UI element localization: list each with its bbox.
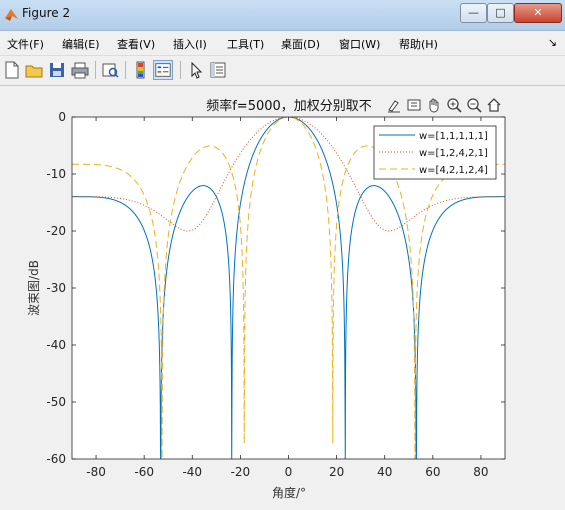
y-tick-label: -40 <box>46 338 66 352</box>
axes-box <box>71 116 506 460</box>
toolbar-separator <box>180 61 181 79</box>
window-title: Figure 2 <box>22 6 71 20</box>
data-cursor-icon[interactable] <box>406 97 422 113</box>
series-line-3 <box>72 117 505 459</box>
brush-icon[interactable] <box>386 97 402 113</box>
menu-overflow-icon[interactable]: ↘ <box>548 36 557 49</box>
colorbar-icon[interactable] <box>131 60 151 80</box>
matlab-logo-icon <box>5 9 18 21</box>
plot-lines <box>72 117 505 459</box>
legend-label-3: w=[4,2,1,2,4] <box>419 165 488 176</box>
y-tick-label: -60 <box>46 452 66 466</box>
property-inspector-icon[interactable] <box>208 60 228 80</box>
menu-file[interactable]: 文件(F) <box>7 36 44 52</box>
x-tick-label: 40 <box>377 465 392 479</box>
axes-background <box>72 117 505 459</box>
menu-tools[interactable]: 工具(T) <box>227 36 264 52</box>
x-tick-label: 80 <box>473 465 488 479</box>
x-tick-label: -60 <box>134 465 154 479</box>
new-figure-icon[interactable] <box>2 60 22 80</box>
toolbar-separator <box>95 61 96 79</box>
y-tick-label: -30 <box>46 281 66 295</box>
y-tick-label: 0 <box>58 110 66 124</box>
menu-edit[interactable]: 编辑(E) <box>62 36 100 52</box>
pointer-icon[interactable] <box>186 60 206 80</box>
legend[interactable]: w=[1,1,1,1,1] w=[1,2,4,2,1] w=[4,2,1,2,4… <box>373 125 497 180</box>
x-tick-label: -20 <box>231 465 251 479</box>
menu-help[interactable]: 帮助(H) <box>399 36 438 52</box>
x-tick-label: -80 <box>86 465 106 479</box>
series-line-1 <box>72 117 505 459</box>
home-icon[interactable] <box>486 97 502 113</box>
open-file-icon[interactable] <box>24 60 44 80</box>
legend-label-2: w=[1,2,4,2,1] <box>419 148 488 159</box>
x-tick-label: 60 <box>425 465 440 479</box>
series-line-2 <box>72 117 505 232</box>
y-tick-label: -20 <box>46 224 66 238</box>
figure-toolbar <box>0 55 565 86</box>
pan-icon[interactable] <box>426 97 442 113</box>
y-tick-label: -10 <box>46 167 66 181</box>
legend-label-1: w=[1,1,1,1,1] <box>419 131 488 142</box>
minimize-button[interactable]: — <box>460 3 487 23</box>
axis-ticks: -80 -60 -40 -20 0 20 40 60 80 0 -10 -20 -30 -40 -50 -60 <box>46 110 505 479</box>
window-title-bar[interactable]: Figure 2 — □ ✕ <box>0 0 565 31</box>
menu-window[interactable]: 窗口(W) <box>339 36 380 52</box>
x-tick-label: 20 <box>329 465 344 479</box>
menu-bar: 文件(F) 编辑(E) 查看(V) 插入(I) 工具(T) 桌面(D) 窗口(W… <box>0 31 565 54</box>
y-tick-label: -50 <box>46 395 66 409</box>
menu-view[interactable]: 查看(V) <box>117 36 155 52</box>
toolbar-separator <box>125 61 126 79</box>
close-button[interactable]: ✕ <box>514 3 562 23</box>
menu-insert[interactable]: 插入(I) <box>173 36 207 52</box>
print-preview-icon[interactable] <box>100 60 120 80</box>
menu-desktop[interactable]: 桌面(D) <box>281 36 320 52</box>
x-axis-label: 角度/° <box>272 485 306 500</box>
legend-glyph-icon <box>155 63 171 77</box>
print-icon[interactable] <box>70 60 90 80</box>
chart-title: 频率f=5000，加权分别取不 <box>206 98 372 114</box>
legend-icon[interactable] <box>153 60 173 80</box>
zoom-in-icon[interactable] <box>446 97 462 113</box>
x-tick-label: 0 <box>285 465 293 479</box>
y-axis-label: 波束图/dB <box>27 260 41 316</box>
x-tick-label: -40 <box>182 465 202 479</box>
zoom-out-icon[interactable] <box>466 97 482 113</box>
legend-box <box>373 125 497 180</box>
save-icon[interactable] <box>47 60 67 80</box>
maximize-button[interactable]: □ <box>487 3 514 23</box>
